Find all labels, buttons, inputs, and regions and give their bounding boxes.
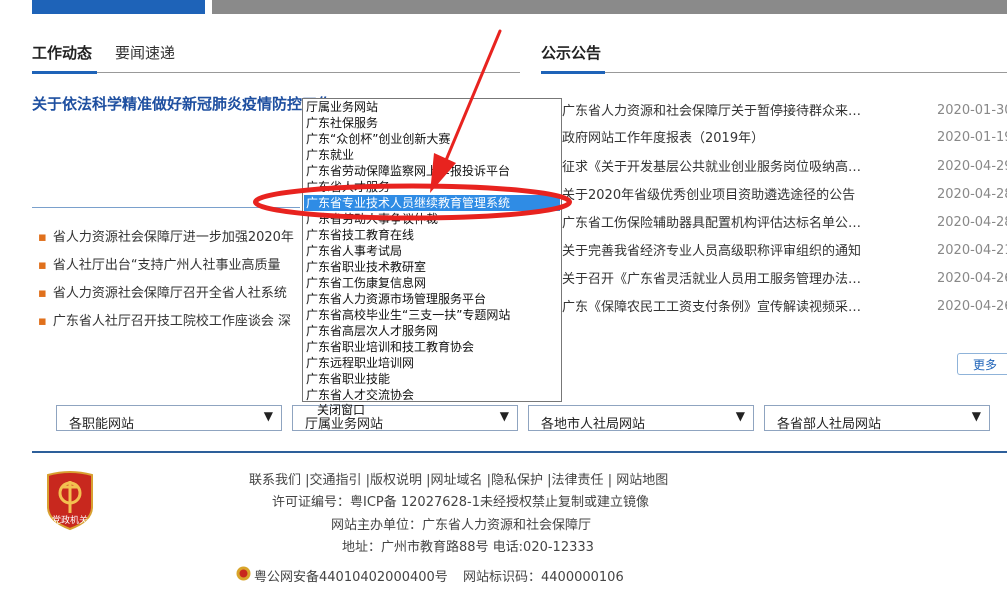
dropdown-option[interactable]: 广东省工伤康复信息网 xyxy=(306,275,426,291)
dropdown-option[interactable]: 广东省技工教育在线 xyxy=(306,227,414,243)
notice-item[interactable]: 关于完善我省经济专业人员高级职称评审组织的通知 xyxy=(562,240,861,259)
news-item[interactable]: ▪ 省人力资源社会保障厅进一步加强2020年 xyxy=(38,226,294,245)
notice-item[interactable]: 关于2020年省级优秀创业项目资助遴选途径的公告 xyxy=(562,184,855,203)
notice-item[interactable]: 关于召开《广东省灵活就业人员用工服务管理办法… xyxy=(562,268,861,287)
dropdown-option[interactable]: 广东社保服务 xyxy=(306,115,378,131)
notice-item[interactable]: 广东《保障农民工工资支付条例》宣传解读视频采… xyxy=(562,296,861,315)
annotation-arrow xyxy=(430,29,502,193)
dropdown-option[interactable]: 广东省职业培训和技工教育协会 xyxy=(306,339,474,355)
news-item-link[interactable]: 省人社厅出台“支持广州人社事业高质量 xyxy=(53,258,281,273)
party-government-emblem[interactable]: 党政机关 xyxy=(44,469,96,531)
chevron-down-icon: ▼ xyxy=(263,409,273,423)
footer-icp: 许可证编号：粤ICP备 12027628-1未经授权禁止复制或建立镜像 xyxy=(272,495,650,510)
bullet-icon: ▪ xyxy=(38,230,47,245)
footer-site-id: 网站标识码：4400000106 xyxy=(463,570,624,585)
dropdown-option[interactable]: 广东省高层次人才服务网 xyxy=(306,323,438,339)
notice-item[interactable]: 广东省工伤保险辅助器具配置机构评估达标名单公… xyxy=(562,212,861,231)
tab-active-indicator xyxy=(32,71,97,74)
footer-divider xyxy=(32,451,1007,453)
police-badge-icon xyxy=(236,566,251,581)
notice-item[interactable]: 政府网站工作年度报表（2019年） xyxy=(562,127,764,146)
notice-date: 2020-04-28 xyxy=(937,215,1007,230)
bullet-icon: ▪ xyxy=(38,258,47,273)
notice-date: 2020-04-26 xyxy=(937,271,1007,286)
dropdown-option[interactable]: 广东省人力资源市场管理服务平台 xyxy=(306,291,486,307)
select-value: 各地市人社局网站 xyxy=(541,417,646,432)
dropdown-option[interactable]: 广东省职业技术教研室 xyxy=(306,259,426,275)
notice-active-indicator xyxy=(541,71,605,74)
notice-date: 2020-01-19 xyxy=(937,130,1007,145)
news-item[interactable]: ▪ 广东省人社厅召开技工院校工作座谈会 深 xyxy=(38,310,291,329)
chevron-down-icon: ▼ xyxy=(971,409,981,423)
notice-section-title[interactable]: 公示公告 xyxy=(541,42,601,63)
province-sites-select[interactable]: 各省部人社局网站 ▼ xyxy=(764,405,990,432)
footer-address: 地址：广州市教育路88号 电话:020-12333 xyxy=(342,540,594,555)
svg-text:党政机关: 党政机关 xyxy=(52,514,88,526)
dropdown-option[interactable]: 广东就业 xyxy=(306,147,354,163)
top-banner-left xyxy=(32,0,205,14)
news-item-link[interactable]: 省人力资源社会保障厅召开全省人社系统 xyxy=(53,286,287,301)
tab-news-express[interactable]: 要闻速递 xyxy=(115,42,175,63)
notice-date: 2020-04-26 xyxy=(937,299,1007,314)
notice-divider xyxy=(541,72,1007,73)
news-item[interactable]: ▪ 省人力资源社会保障厅召开全省人社系统 xyxy=(38,282,287,301)
city-sites-select[interactable]: 各地市人社局网站 ▼ xyxy=(528,405,754,432)
dropdown-option[interactable]: 广东省高校毕业生“三支一扶”专题网站 xyxy=(306,307,510,323)
bullet-icon: ▪ xyxy=(38,314,47,329)
notice-date: 2020-04-28 xyxy=(937,187,1007,202)
chevron-down-icon: ▼ xyxy=(499,409,509,423)
chevron-down-icon: ▼ xyxy=(735,409,745,423)
select-value: 各职能网站 xyxy=(69,417,135,432)
select-value: 各省部人社局网站 xyxy=(777,417,882,432)
dropdown-option[interactable]: 广东省人事考试局 xyxy=(306,243,402,259)
dropdown-option[interactable]: 厅属业务网站 xyxy=(306,99,378,115)
more-button[interactable]: 更多 xyxy=(957,353,1007,375)
news-item-link[interactable]: 省人力资源社会保障厅进一步加强2020年 xyxy=(53,230,294,245)
functional-sites-select[interactable]: 各职能网站 ▼ xyxy=(56,405,282,432)
notice-item[interactable]: 征求《关于开发基层公共就业创业服务岗位吸纳高… xyxy=(562,156,861,175)
footer-police-record[interactable]: 粤公网安备44010402000400号 xyxy=(254,566,448,585)
bullet-icon: ▪ xyxy=(38,286,47,301)
top-banner-right xyxy=(212,0,1007,14)
news-item[interactable]: ▪ 省人社厅出台“支持广州人社事业高质量 xyxy=(38,254,281,273)
notice-item[interactable]: 广东省人力资源和社会保障厅关于暂停接待群众来… xyxy=(562,100,861,119)
close-window-option[interactable]: 关闭窗口 xyxy=(317,401,365,418)
news-item-link[interactable]: 广东省人社厅召开技工院校工作座谈会 深 xyxy=(53,314,291,329)
dropdown-option[interactable]: 广东远程职业培训网 xyxy=(306,355,414,371)
dropdown-option[interactable]: 广东省职业技能 xyxy=(306,371,390,387)
notice-date: 2020-04-21 xyxy=(937,243,1007,258)
notice-date: 2020-04-29 xyxy=(937,159,1007,174)
tab-work-news[interactable]: 工作动态 xyxy=(32,42,92,63)
notice-date: 2020-01-30 xyxy=(937,103,1007,118)
footer-host: 网站主办单位：广东省人力资源和社会保障厅 xyxy=(331,518,592,533)
footer-links[interactable]: 联系我们 |交通指引 |版权说明 |网址域名 |隐私保护 |法律责任 | 网站地… xyxy=(249,469,668,488)
